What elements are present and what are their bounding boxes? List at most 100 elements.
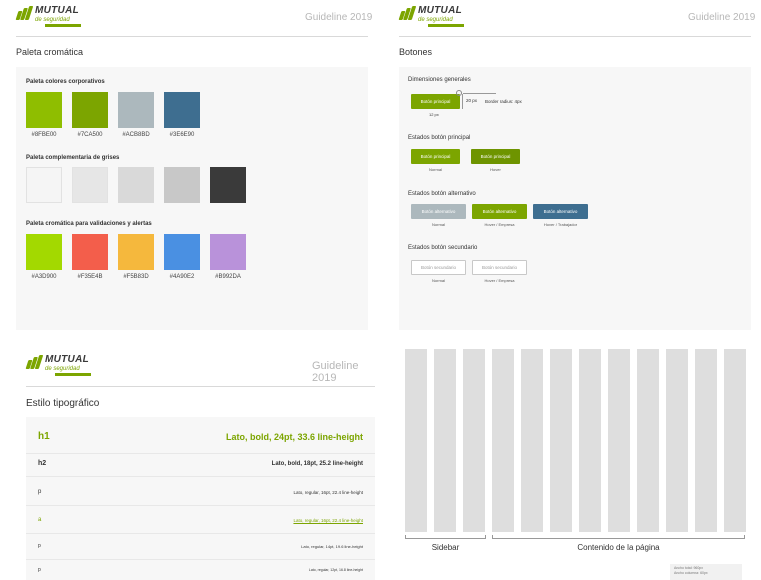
primary-button[interactable]: Botón principal — [471, 149, 520, 164]
color-swatch — [164, 234, 200, 270]
logo-mark-icon — [398, 6, 417, 20]
content-label: Contenido de la página — [577, 543, 660, 552]
grid-column — [666, 349, 688, 532]
dimensions-label: Dimensiones generales — [408, 77, 471, 83]
button-state-caption: Hover / Empresa — [484, 278, 515, 283]
content-bracket-right — [744, 535, 745, 539]
color-hex-label: #3E6E90 — [169, 132, 195, 138]
type-row-divider — [26, 453, 375, 454]
color-swatch — [164, 92, 200, 128]
grid-note-line1: Ancho total: 960px — [674, 566, 703, 570]
grid-column — [637, 349, 659, 532]
button-state-caption: Hover / Empresa — [484, 222, 515, 227]
button-state-caption: Hover / Trabajador — [543, 222, 578, 227]
logo-mark-icon — [15, 6, 34, 20]
typography-card: h1 Lato, bold, 24pt, 33.6 line-height h2 La… — [26, 417, 375, 580]
sidebar-bracket — [405, 538, 486, 539]
color-hex-label: #4A90E2 — [169, 274, 195, 280]
type-spec: Lato, bold, 18pt, 25.2 line-height — [271, 460, 363, 467]
guideline-year: Guideline 2019 — [312, 360, 359, 384]
alternative-button[interactable]: Botón alternativo — [411, 204, 466, 219]
typography-title: Estilo tipográfico — [26, 398, 100, 409]
color-swatch — [118, 92, 154, 128]
color-hex-label: #7CA500 — [77, 132, 103, 138]
sample-primary-button[interactable]: Botón principal — [411, 94, 460, 109]
header-divider — [399, 36, 751, 37]
content-bracket-left — [492, 535, 493, 539]
grid-column — [695, 349, 717, 532]
color-hex-label: #F5B83D — [123, 274, 149, 280]
color-swatch — [72, 92, 108, 128]
sidebar-label: Sidebar — [431, 543, 460, 552]
grid-column — [434, 349, 456, 532]
buttons-title: Botones — [399, 47, 433, 57]
logo-mark-icon — [25, 355, 44, 369]
type-spec: Lato, regular, 16pt, 22.4 line-height — [293, 489, 363, 495]
height-dimension-line — [462, 94, 463, 109]
grid-note-line2: Ancho columna: 60px — [674, 571, 708, 575]
palette-title: Paleta cromática — [16, 47, 84, 57]
guideline-year: Guideline 2019 — [305, 12, 373, 23]
grid-column — [608, 349, 630, 532]
grid-column — [550, 349, 572, 532]
color-swatch — [72, 234, 108, 270]
mutual-logo: MUTUAL de seguridad — [25, 354, 91, 376]
color-hex-label: #A3D900 — [31, 274, 57, 280]
alternative-button[interactable]: Botón alternativo — [472, 204, 527, 219]
secondary-states-label: Estados botón secundario — [408, 245, 478, 251]
color-swatch — [26, 92, 62, 128]
header-divider — [26, 386, 375, 387]
type-tag-h2: h2 — [38, 460, 47, 467]
type-row-divider — [26, 505, 375, 506]
color-swatch — [164, 167, 200, 203]
alerts-palette-label: Paleta cromática para validaciones y ale… — [26, 221, 152, 227]
button-state-caption: Normal — [432, 222, 445, 227]
sidebar-bracket-left — [405, 535, 406, 539]
type-row-divider — [26, 476, 375, 477]
type-spec: Lato, bold, 24pt, 33.6 line-height — [225, 431, 363, 442]
type-spec[interactable]: Lato, regular, 16pt, 22.4 line-height — [293, 518, 363, 523]
color-swatch — [210, 234, 246, 270]
button-state-caption: Hover — [490, 167, 501, 172]
secondary-button[interactable]: Botón secundario — [472, 260, 527, 275]
grid-column — [579, 349, 601, 532]
typography-panel: MUTUAL de seguridad Guideline 2019 Estil… — [0, 343, 385, 580]
mutual-logo: MUTUAL de seguridad — [398, 6, 464, 27]
type-spec: Lato, regular, 12pt, 16.8 line-height — [308, 567, 363, 572]
header-divider — [16, 36, 368, 37]
radius-dimension-line — [463, 93, 496, 94]
alternative-button[interactable]: Botón alternativo — [533, 204, 588, 219]
secondary-button[interactable]: Botón secundario — [411, 260, 466, 275]
buttons-panel: MUTUAL de seguridad Guideline 2019 Boton… — [383, 0, 761, 338]
logo-name: MUTUAL — [35, 5, 80, 16]
type-tag-p: p — [38, 489, 42, 495]
primary-button[interactable]: Botón principal — [411, 149, 460, 164]
button-state-caption: Normal — [432, 278, 445, 283]
type-tag-a: a — [38, 517, 42, 523]
button-state-caption: Normal — [429, 167, 442, 172]
color-hex-label: #ACB8BD — [122, 132, 150, 138]
type-tag-p: p — [38, 567, 41, 573]
logo-name: MUTUAL — [45, 354, 90, 365]
color-swatch — [26, 167, 62, 203]
color-hex-label: #F35E4B — [77, 274, 103, 280]
dim-height-label: 20 px — [466, 98, 478, 103]
dim-padding-label: 12 px — [429, 112, 439, 117]
palette-panel: MUTUAL de seguridad Guideline 2019 Palet… — [0, 0, 378, 338]
color-swatch — [118, 234, 154, 270]
logo-tagline: de seguridad — [35, 17, 70, 23]
type-row-divider — [26, 533, 375, 534]
grid-note: Ancho total: 960px Ancho columna: 60px — [670, 564, 742, 580]
corporate-palette-label: Paleta colores corporativos — [26, 79, 105, 85]
color-swatch — [118, 167, 154, 203]
content-bracket — [492, 538, 745, 539]
type-row-divider — [26, 559, 375, 560]
color-hex-label: #8FBE00 — [31, 132, 57, 138]
grid-column — [463, 349, 485, 532]
guideline-year: Guideline 2019 — [688, 12, 756, 23]
buttons-card: Dimensiones generales Botón principal 20… — [399, 67, 751, 330]
primary-states-label: Estados botón principal — [408, 135, 471, 141]
color-swatch — [210, 167, 246, 203]
alt-states-label: Estados botón alternativo — [408, 191, 476, 197]
color-swatch — [72, 167, 108, 203]
